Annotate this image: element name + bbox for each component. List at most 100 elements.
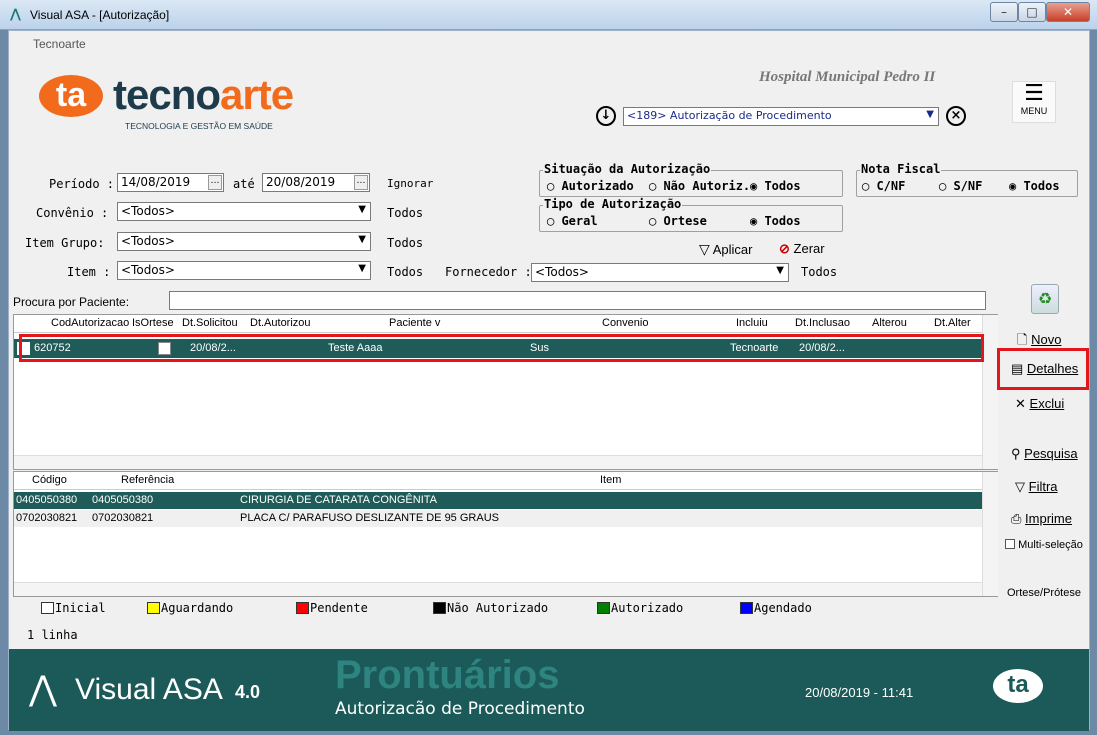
close-circle-icon[interactable]: ×	[946, 106, 966, 126]
periodo-label: Período :	[49, 177, 115, 191]
radio-autorizado[interactable]: ◯ Autorizado	[547, 179, 634, 193]
item-todos: Todos	[387, 265, 424, 279]
item-grupo-select[interactable]: <Todos> ▼	[117, 232, 371, 251]
legend-aguardando: Aguardando	[147, 601, 233, 615]
multi-selecao-checkbox[interactable]: Multi-seleção	[1005, 539, 1083, 551]
paciente-search-input[interactable]	[169, 291, 986, 310]
legend-autorizado: Autorizado	[597, 601, 683, 615]
items-horizontal-scrollbar[interactable]	[14, 582, 982, 596]
minimize-button[interactable]: –	[990, 2, 1018, 22]
col-dt-autorizou[interactable]: Dt.Autorizou	[250, 317, 311, 329]
radio-ortese[interactable]: ◯ Ortese	[649, 214, 707, 228]
periodo-from-input[interactable]: 14/08/2019…	[117, 173, 224, 192]
col-incluiu[interactable]: Incluiu	[736, 317, 768, 329]
col-alterou[interactable]: Alterou	[872, 317, 907, 329]
item-grupo-todos: Todos	[387, 236, 424, 250]
radio-snf[interactable]: ◯ S/NF	[939, 179, 982, 193]
legend-inicial: Inicial	[41, 601, 106, 615]
chevron-down-icon: ▼	[358, 263, 366, 274]
main-window: Tecnoarte ta tecnoarte TECNOLOGIA E GEST…	[8, 30, 1090, 731]
visual-asa-logo-icon: ⋀	[29, 669, 57, 709]
footer-product: Prontuários	[335, 653, 560, 697]
col-convenio[interactable]: Convenio	[602, 317, 648, 329]
cell-referencia: 0405050380	[92, 494, 154, 506]
convenio-select[interactable]: <Todos> ▼	[117, 202, 371, 221]
footer-brand: Visual ASA	[75, 673, 223, 706]
col-dt-inclusao[interactable]: Dt.Inclusao	[795, 317, 850, 329]
close-button[interactable]: ✕	[1046, 2, 1090, 22]
footer-ta-logo: ta	[993, 669, 1043, 703]
selected-row-highlight	[19, 334, 984, 362]
col-dt-solicitou[interactable]: Dt.Solicitou	[182, 317, 238, 329]
item-select[interactable]: <Todos> ▼	[117, 261, 371, 280]
cell-referencia: 0702030821	[92, 512, 154, 524]
items-grid: Código Referência Item 0405050380 040505…	[13, 471, 998, 597]
grid-header: CodAutorizacao IsOrtese Dt.Solicitou Dt.…	[14, 315, 982, 333]
fornecedor-label: Fornecedor :	[445, 265, 532, 279]
cell-item: CIRURGIA DE CATARATA CONGÊNITA	[240, 494, 438, 506]
item-label: Item :	[67, 265, 111, 279]
maximize-button[interactable]: □	[1018, 2, 1046, 22]
window-title: Visual ASA - [Autorização]	[30, 8, 170, 22]
menu-button[interactable]: ☰ MENU	[1012, 81, 1056, 123]
footer-subtitle: Autorizacão de Procedimento	[335, 699, 585, 719]
radio-todos-nota[interactable]: ◉ Todos	[1009, 179, 1060, 193]
radio-nao-autoriz[interactable]: ◯ Não Autoriz.	[649, 179, 750, 193]
legend-pendente: Pendente	[296, 601, 368, 615]
table-row[interactable]: 0702030821 0702030821 PLACA C/ PARAFUSO …	[14, 510, 982, 527]
chevron-down-icon: ▼	[358, 204, 366, 215]
x-icon: ✕	[1015, 396, 1026, 411]
convenio-todos: Todos	[387, 206, 424, 220]
logo-tagline: TECNOLOGIA E GESTÃO EM SAÚDE	[125, 121, 273, 131]
legend-nao-autorizado: Não Autorizado	[433, 601, 548, 615]
recycle-bin-icon[interactable]: ♻	[1031, 284, 1059, 314]
radio-geral[interactable]: ◯ Geral	[547, 214, 598, 228]
ignorar-checkbox-label[interactable]: Ignorar	[387, 177, 433, 190]
convenio-label: Convênio :	[36, 206, 109, 220]
hamburger-icon: ☰	[1024, 81, 1044, 106]
zerar-button[interactable]: ⊘ Zerar	[779, 241, 825, 257]
col-item[interactable]: Item	[600, 474, 621, 486]
items-vertical-scrollbar[interactable]	[982, 472, 998, 596]
col-codautorizacao[interactable]: CodAutorizacao	[51, 317, 129, 329]
periodo-to-input[interactable]: 20/08/2019…	[262, 173, 370, 192]
items-grid-header: Código Referência Item	[14, 472, 982, 490]
grid-horizontal-scrollbar[interactable]	[14, 455, 982, 469]
filter-icon: ▽	[1015, 479, 1025, 494]
imprime-button[interactable]: ⎙ Imprime	[1011, 511, 1072, 527]
company-name: Tecnoarte	[33, 37, 86, 51]
new-document-icon: 🗋	[1017, 332, 1028, 347]
col-isortese[interactable]: IsOrtese	[132, 317, 174, 329]
exclui-button[interactable]: ✕ Exclui	[1015, 396, 1064, 412]
pesquisa-button[interactable]: ⚲ Pesquisa	[1011, 446, 1078, 462]
tipo-title: Tipo de Autorização	[543, 197, 683, 211]
grid-vertical-scrollbar[interactable]	[982, 315, 998, 469]
radio-todos-situacao[interactable]: ◉ Todos	[750, 179, 801, 193]
ortese-protese-label: Ortese/Prótese	[1007, 587, 1081, 599]
reset-icon: ⊘	[779, 241, 790, 256]
fornecedor-select[interactable]: <Todos> ▼	[531, 263, 789, 282]
col-paciente[interactable]: Paciente v	[389, 317, 440, 329]
fornecedor-todos: Todos	[801, 265, 838, 279]
col-dt-alter[interactable]: Dt.Alter	[934, 317, 971, 329]
ate-label: até	[233, 177, 255, 191]
col-referencia[interactable]: Referência	[121, 474, 174, 486]
printer-icon: ⎙	[1011, 511, 1022, 526]
situacao-title: Situação da Autorização	[543, 162, 712, 176]
module-select[interactable]: <189> Autorização de Procedimento ▼	[623, 107, 939, 126]
chevron-down-icon: ▼	[776, 265, 784, 276]
date-picker-icon[interactable]: …	[354, 175, 368, 190]
footer-version: 4.0	[235, 682, 261, 702]
cell-item: PLACA C/ PARAFUSO DESLIZANTE DE 95 GRAUS	[240, 512, 499, 524]
filtra-button[interactable]: ▽ Filtra	[1015, 479, 1058, 495]
aplicar-button[interactable]: ▽ Aplicar	[699, 241, 752, 258]
status-line-count: 1 linha	[27, 628, 78, 642]
window-titlebar: ⋀ Visual ASA - [Autorização] – □ ✕	[0, 0, 1097, 30]
radio-cnf[interactable]: ◯ C/NF	[862, 179, 905, 193]
table-row[interactable]: 0405050380 0405050380 CIRURGIA DE CATARA…	[14, 492, 982, 509]
col-codigo[interactable]: Código	[32, 474, 67, 486]
nota-fiscal-title: Nota Fiscal	[860, 162, 942, 176]
radio-todos-tipo[interactable]: ◉ Todos	[750, 214, 801, 228]
download-icon[interactable]: ↓	[596, 106, 616, 126]
date-picker-icon[interactable]: …	[208, 175, 222, 190]
